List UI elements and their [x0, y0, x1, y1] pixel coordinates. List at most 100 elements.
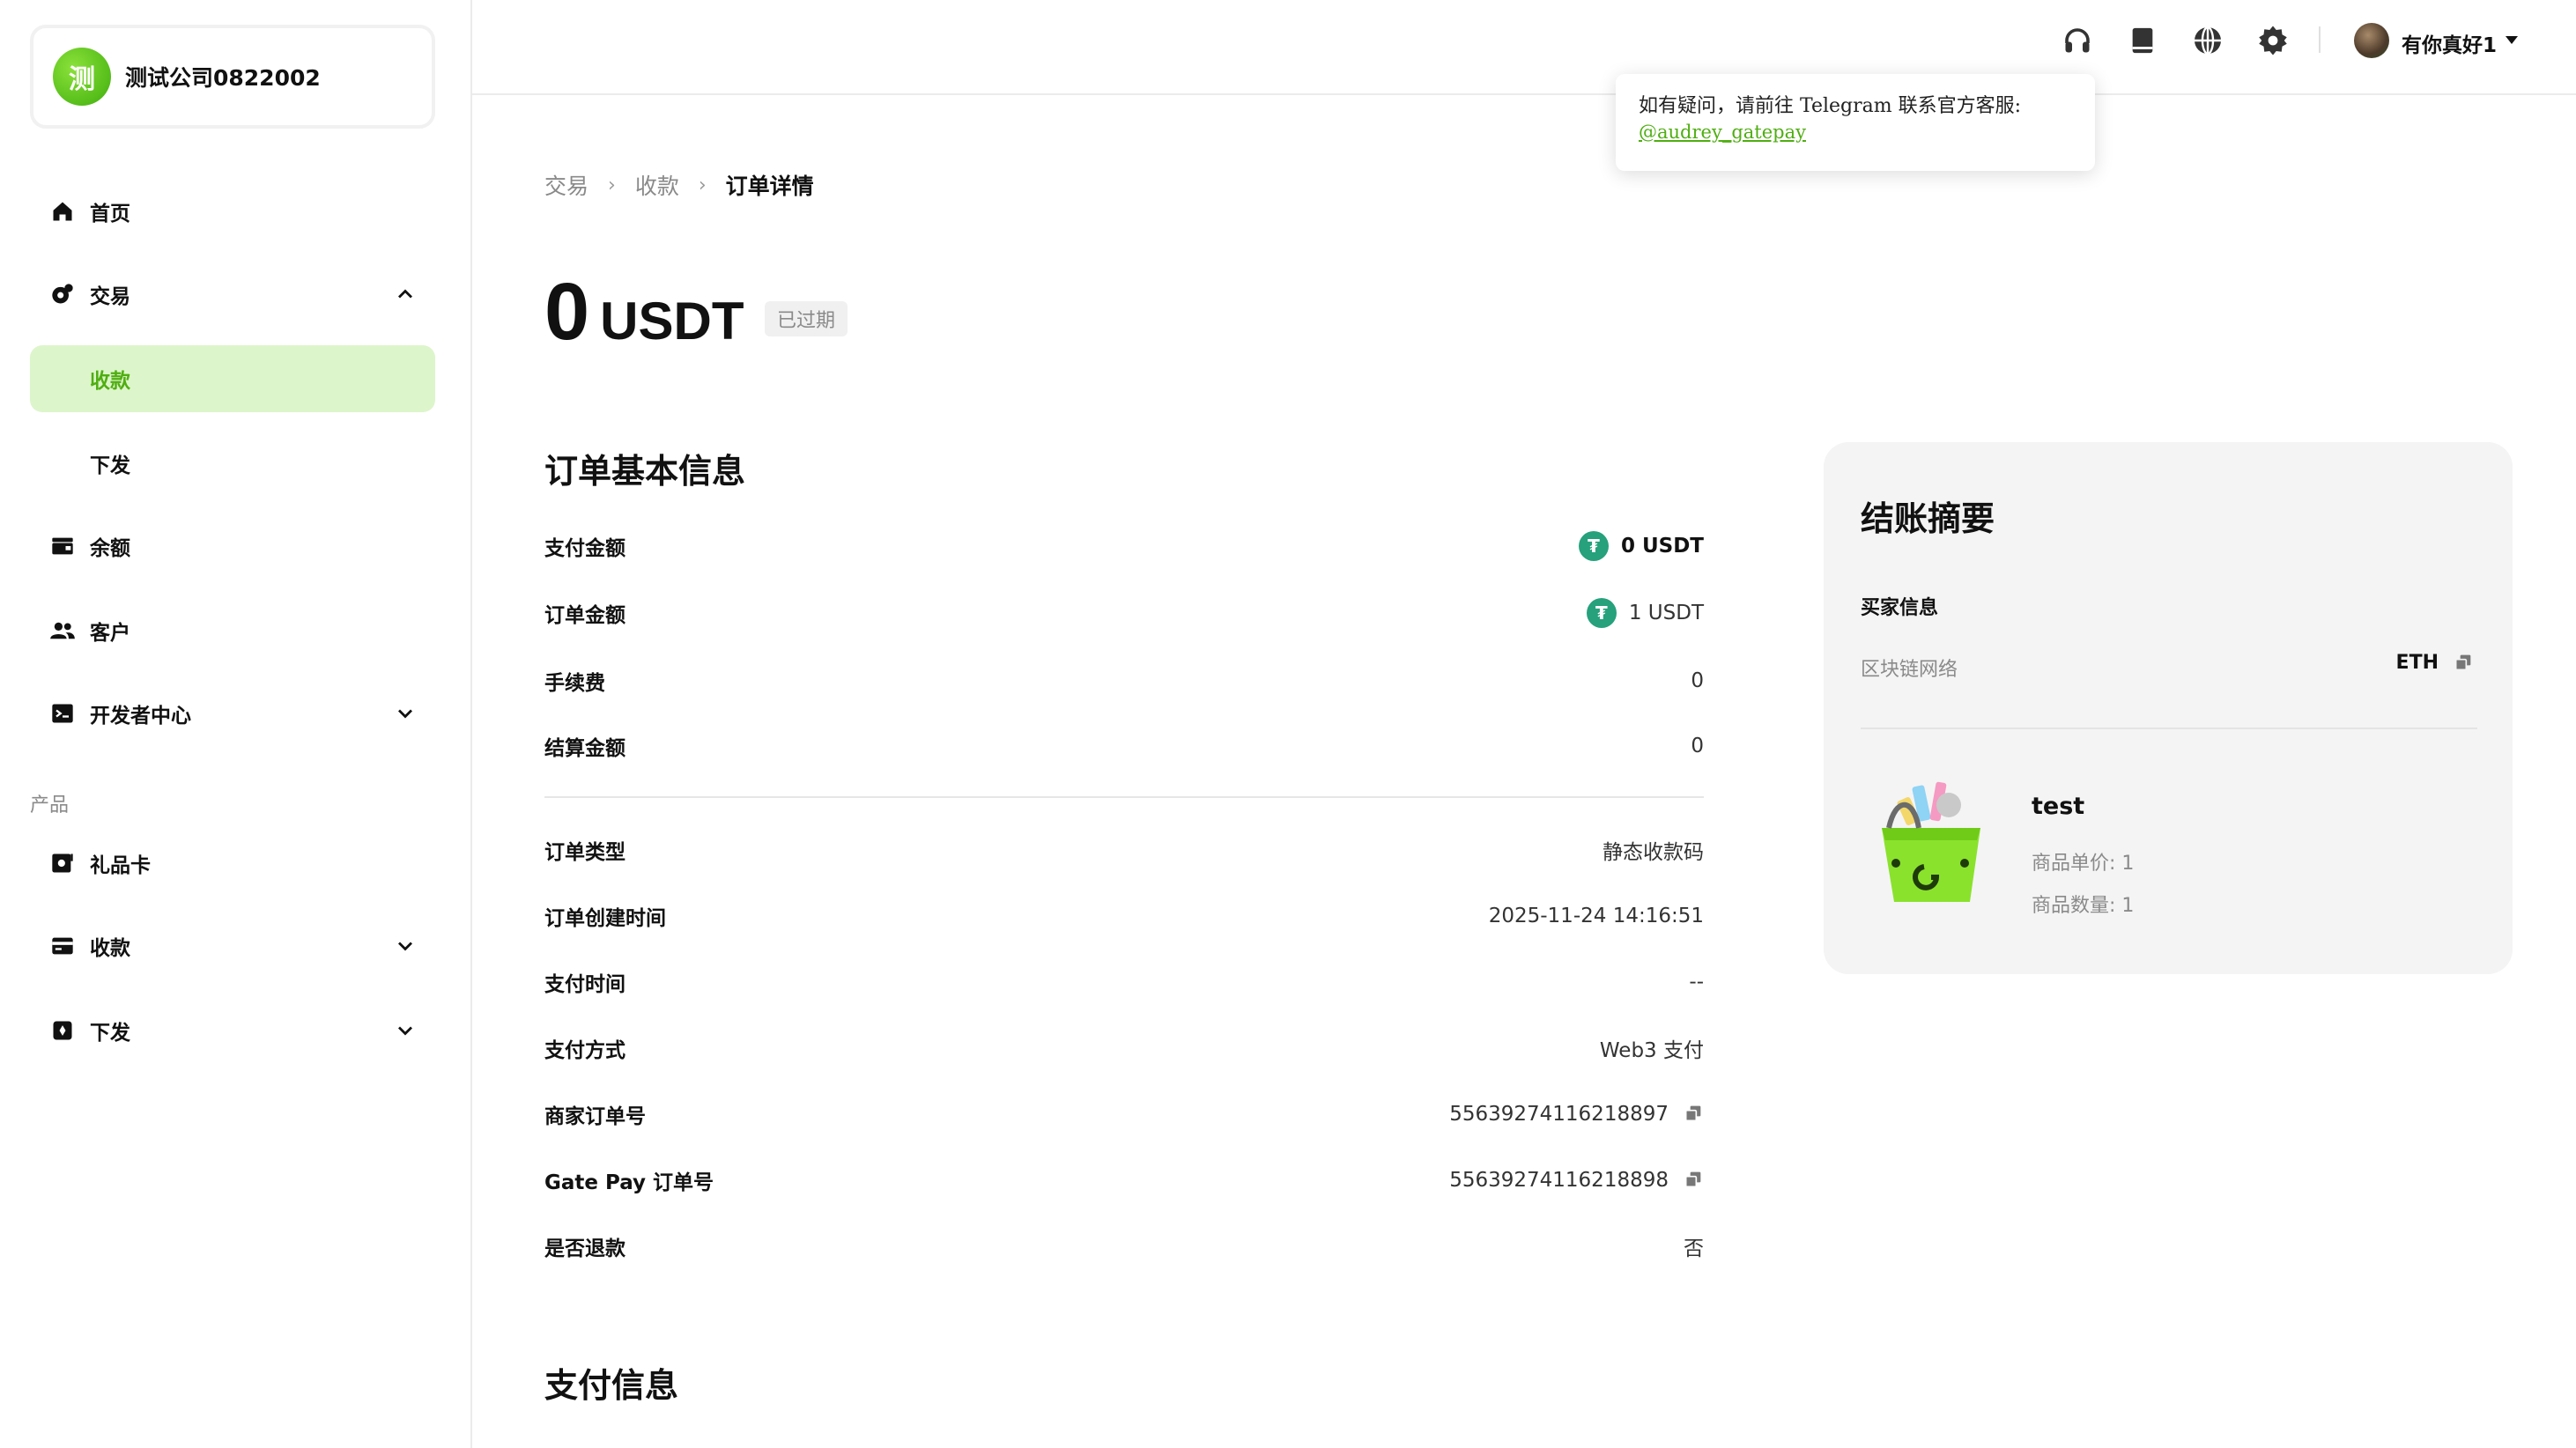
info-row-merchant-order-id: 商家订单号 55639274116218897	[544, 1092, 1704, 1136]
globe-icon[interactable]	[2190, 23, 2225, 58]
copy-icon[interactable]	[2454, 654, 2474, 673]
payout-icon	[49, 1017, 76, 1044]
info-value: 0 USDT	[1620, 535, 1704, 558]
chevron-right-icon: ›	[698, 174, 707, 196]
sidebar-item-receive[interactable]: 收款	[30, 345, 435, 412]
sidebar-item-payout[interactable]: 下发	[30, 430, 435, 497]
sidebar-item-customers[interactable]: 客户	[30, 597, 435, 664]
company-name: 测试公司0822002	[125, 65, 321, 91]
info-key: 订单创建时间	[544, 907, 666, 930]
chevron-down-icon	[398, 942, 412, 951]
giftcard-icon	[49, 850, 76, 876]
product-quantity: 商品数量: 1	[2032, 895, 2135, 917]
order-amount: 0 USDT	[544, 271, 744, 352]
sidebar-item-developer[interactable]: 开发者中心	[30, 680, 435, 747]
info-row-fee: 手续费 0	[544, 659, 1704, 703]
sidebar-item-transactions[interactable]: 交易	[30, 261, 435, 328]
breadcrumb-item-transactions[interactable]: 交易	[544, 169, 588, 201]
info-key: 支付金额	[544, 537, 625, 560]
info-key: 支付方式	[544, 1039, 625, 1062]
company-switcher[interactable]: 测 测试公司0822002	[30, 25, 435, 129]
info-row-created-time: 订单创建时间 2025-11-24 14:16:51	[544, 894, 1704, 938]
info-key: 订单类型	[544, 841, 625, 864]
sidebar-item-label: 下发	[90, 1022, 130, 1045]
sidebar-item-label: 开发者中心	[90, 705, 191, 728]
info-value: 55639274116218897	[1449, 1103, 1669, 1126]
info-value: 0	[1691, 669, 1704, 692]
info-key: 结算金额	[544, 737, 625, 760]
info-value: Web3 支付	[1599, 1039, 1704, 1062]
info-row-pay-method: 支付方式 Web3 支付	[544, 1026, 1704, 1070]
info-row-refunded: 是否退款 否	[544, 1224, 1704, 1268]
summary-title: 结账摘要	[1861, 499, 1995, 538]
info-key: 商家订单号	[544, 1105, 646, 1128]
info-row-gatepay-order-id: Gate Pay 订单号 55639274116218898	[544, 1158, 1704, 1202]
chevron-up-icon	[398, 289, 412, 299]
caret-down-icon[interactable]	[2504, 33, 2520, 46]
amount-unit: USDT	[600, 292, 744, 351]
info-row-order-type: 订单类型 静态收款码	[544, 828, 1704, 872]
product-price: 商品单价: 1	[2032, 853, 2135, 875]
tooltip-text: 如有疑问，请前往 Telegram 联系官方客服:	[1639, 95, 2022, 117]
sidebar-item-product-receive[interactable]: 收款	[30, 912, 435, 979]
breadcrumb: 交易 › 收款 › 订单详情	[544, 169, 814, 201]
info-value: 2025-11-24 14:16:51	[1488, 905, 1704, 927]
sidebar-item-giftcard[interactable]: 礼品卡	[30, 830, 435, 897]
info-value: 0	[1691, 735, 1704, 757]
gear-icon[interactable]	[2255, 23, 2291, 58]
sidebar-item-label: 余额	[90, 537, 130, 560]
copy-icon[interactable]	[1684, 1171, 1704, 1190]
sidebar-item-label: 首页	[90, 203, 130, 225]
sidebar-item-label: 礼品卡	[90, 854, 151, 877]
divider	[1861, 728, 2477, 729]
network-label: 区块链网络	[1861, 659, 1958, 681]
sidebar-item-label: 交易	[90, 285, 130, 308]
tether-icon: ₮	[1586, 598, 1617, 628]
avatar[interactable]	[2354, 23, 2389, 58]
tether-icon: ₮	[1578, 531, 1609, 561]
info-key: Gate Pay 订单号	[544, 1171, 714, 1194]
amount-value: 0	[544, 267, 590, 357]
basic-info-title: 订单基本信息	[544, 452, 746, 491]
book-icon[interactable]	[2125, 23, 2160, 58]
headset-icon[interactable]	[2060, 23, 2095, 58]
breadcrumb-item-current: 订单详情	[725, 174, 814, 199]
info-key: 手续费	[544, 672, 605, 695]
telegram-link[interactable]: @audrey_gatepay	[1639, 120, 2072, 144]
terminal-icon	[49, 700, 76, 727]
product-name: test	[2032, 793, 2085, 820]
checkout-summary: 结账摘要 买家信息 区块链网络 ETH test 商品单价: 1 商品数量: 1	[1824, 442, 2513, 974]
support-tooltip: 如有疑问，请前往 Telegram 联系官方客服: @audrey_gatepa…	[1616, 74, 2095, 171]
info-row-pay-amount: 支付金额 ₮ 0 USDT	[544, 524, 1704, 568]
username[interactable]: 有你真好1	[2402, 28, 2497, 58]
users-icon	[49, 617, 76, 644]
info-row-order-amount: 订单金额 ₮ 1 USDT	[544, 591, 1704, 635]
home-icon	[49, 198, 76, 225]
info-key: 订单金额	[544, 604, 625, 627]
chevron-right-icon: ›	[608, 174, 616, 196]
sidebar-item-product-payout[interactable]: 下发	[30, 997, 435, 1064]
shopping-basket-icon	[1882, 781, 1980, 902]
sidebar-item-balance[interactable]: 余额	[30, 513, 435, 580]
copy-icon[interactable]	[1684, 1104, 1704, 1124]
card-icon	[49, 933, 76, 959]
divider	[544, 796, 1704, 798]
info-value: 1 USDT	[1628, 602, 1704, 624]
payment-info-title: 支付信息	[544, 1366, 679, 1405]
sidebar-item-label: 下发	[90, 454, 130, 477]
info-value: --	[1689, 971, 1704, 994]
chevron-down-icon	[398, 1026, 412, 1036]
transaction-icon	[49, 281, 76, 307]
breadcrumb-item-receive[interactable]: 收款	[635, 169, 679, 201]
chevron-down-icon	[398, 709, 412, 719]
info-value: 否	[1684, 1237, 1704, 1260]
info-row-pay-time: 支付时间 --	[544, 960, 1704, 1004]
status-badge: 已过期	[765, 301, 848, 336]
sidebar-item-home[interactable]: 首页	[30, 178, 435, 245]
info-key: 支付时间	[544, 973, 625, 996]
info-key: 是否退款	[544, 1237, 625, 1260]
topbar-divider	[2319, 26, 2321, 53]
company-logo: 测	[53, 48, 111, 106]
wallet-icon	[49, 533, 76, 559]
info-row-settlement: 结算金额 0	[544, 724, 1704, 768]
